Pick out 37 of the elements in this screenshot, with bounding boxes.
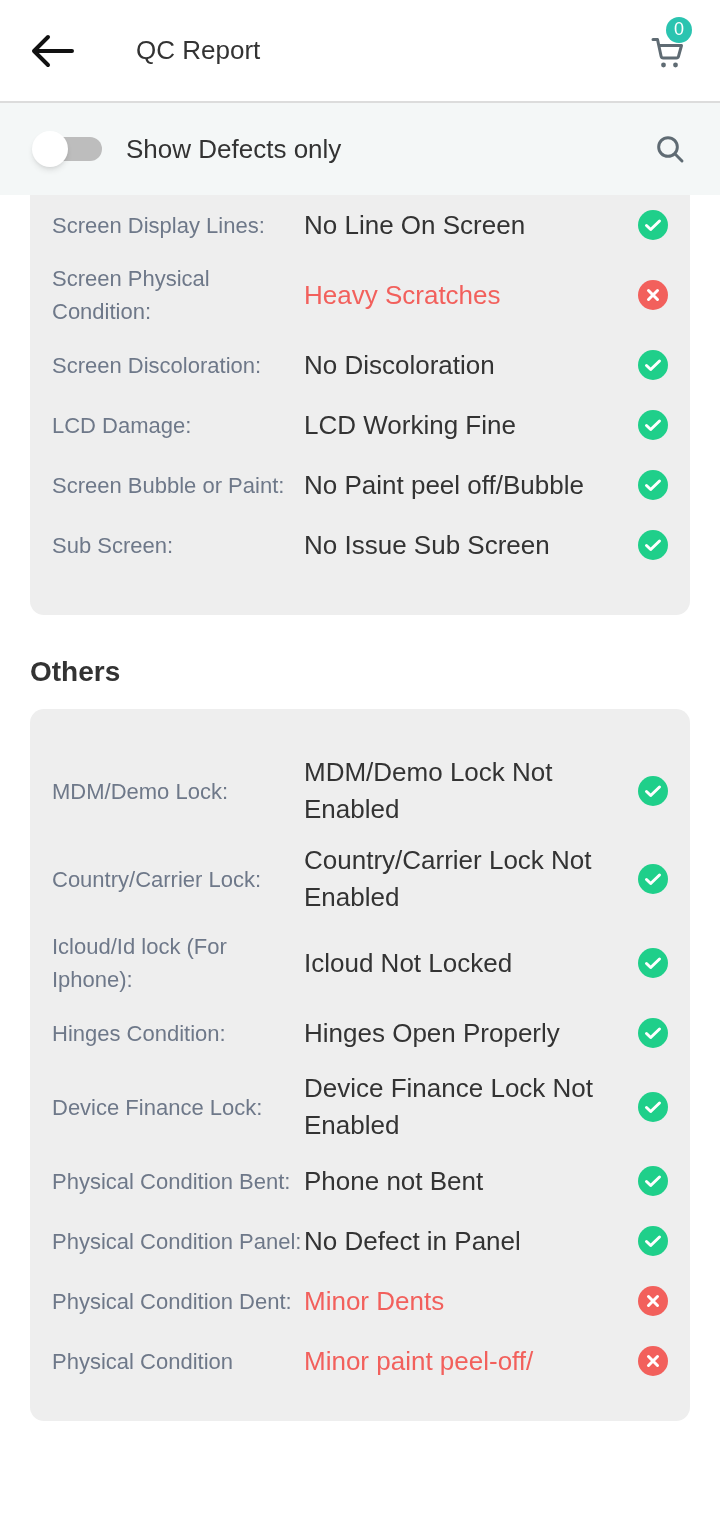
search-icon[interactable] — [654, 133, 686, 165]
row-value: No Defect in Panel — [304, 1224, 522, 1258]
row-value: MDM/Demo Lock Not Enabled — [304, 756, 554, 826]
row-label: Physical Condition Panel: — [52, 1227, 303, 1256]
row-label: Sub Screen: — [52, 531, 175, 560]
filter-label: Show Defects only — [126, 132, 342, 166]
row-value: Icloud Not Locked — [304, 946, 514, 980]
page-title: QC Report — [136, 34, 261, 67]
row-label: Screen Discoloration: — [52, 351, 263, 380]
row-value: Heavy Scratches — [304, 278, 502, 312]
row-value: Country/Carrier Lock Not Enabled — [304, 844, 593, 914]
row-label: Icloud/Id lock (For Iphone): — [52, 933, 228, 994]
row-value: LCD Working Fine — [304, 408, 517, 442]
row-label: MDM/Demo Lock: — [52, 777, 230, 806]
row-label: Device Finance Lock: — [52, 1093, 264, 1122]
row-label: Physical Condition Bent: — [52, 1167, 292, 1196]
row-value: No Discoloration — [304, 348, 496, 382]
row-value: No Paint peel off/Bubble — [304, 468, 585, 502]
toggle-switch[interactable] — [32, 131, 102, 167]
row-label: Screen Physical Condition: — [52, 265, 211, 326]
back-arrow-icon[interactable] — [30, 33, 74, 68]
row-label: Country/Carrier Lock: — [52, 865, 263, 894]
row-value: Phone not Bent — [304, 1164, 485, 1198]
section-heading: Others — [30, 655, 122, 689]
row-label: LCD Damage: — [52, 411, 193, 440]
row-label: Physical Condition Dent: — [52, 1287, 293, 1316]
row-value: Minor Dents — [304, 1284, 446, 1318]
row-label: Physical Condition — [52, 1347, 234, 1376]
row-label: Screen Bubble or Paint: — [52, 471, 286, 500]
row-value: Minor paint peel-off/ — [304, 1344, 535, 1378]
row-label: Hinges Condition: — [52, 1019, 227, 1048]
row-value: No Issue Sub Screen — [304, 528, 551, 562]
row-label: Screen Display Lines: — [52, 211, 266, 240]
row-value: Hinges Open Properly — [304, 1016, 561, 1050]
row-value: Device Finance Lock Not Enabled — [304, 1072, 595, 1142]
cart-badge: 0 — [666, 16, 692, 43]
row-value: No Line On Screen — [304, 208, 527, 242]
